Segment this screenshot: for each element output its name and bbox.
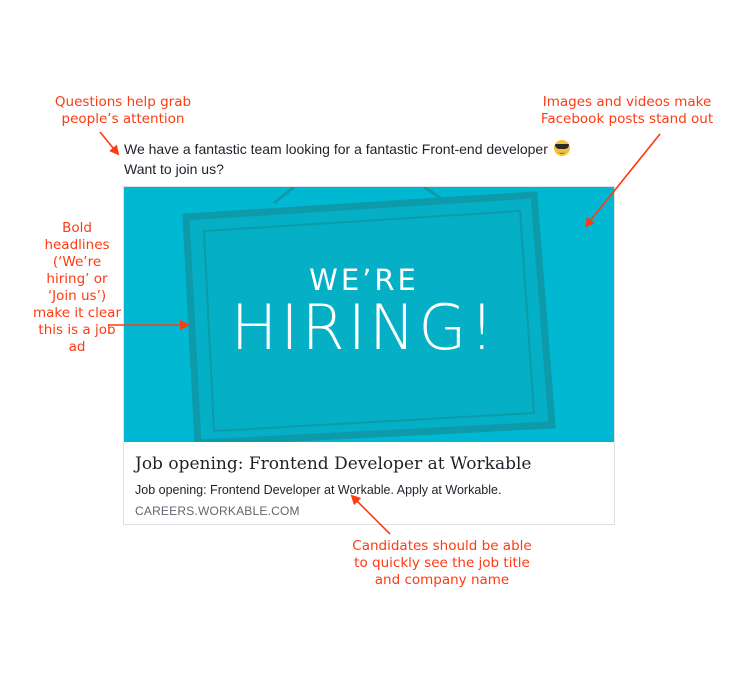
card-domain: CAREERS.WORKABLE.COM	[135, 504, 300, 518]
arrow-questions	[99, 131, 120, 156]
card-title[interactable]: Job opening: Frontend Developer at Worka…	[135, 454, 605, 474]
annotation-questions: Questions help grab people’s attention	[54, 94, 192, 127]
post-text-line1: We have a fantastic team looking for a f…	[124, 141, 548, 157]
annotation-bold-headlines: Bold headlines (‘We’re hiring’ or ‘Join …	[33, 220, 121, 355]
hiring-sign-image[interactable]: WE’RE HIRING!	[124, 187, 614, 442]
annotation-images: Images and videos make Facebook posts st…	[540, 94, 714, 127]
annotation-candidates: Candidates should be able to quickly see…	[352, 538, 532, 588]
hero-headline-large: HIRING!	[230, 291, 498, 364]
post-text-line2: Want to join us?	[124, 161, 224, 177]
card-body[interactable]: Job opening: Frontend Developer at Worka…	[124, 442, 614, 524]
card-description: Job opening: Frontend Developer at Worka…	[135, 483, 502, 497]
post-text: We have a fantastic team looking for a f…	[124, 139, 604, 179]
link-preview-card[interactable]: WE’RE HIRING! Job opening: Frontend Deve…	[123, 186, 615, 525]
sunglasses-emoji-icon	[553, 140, 570, 156]
